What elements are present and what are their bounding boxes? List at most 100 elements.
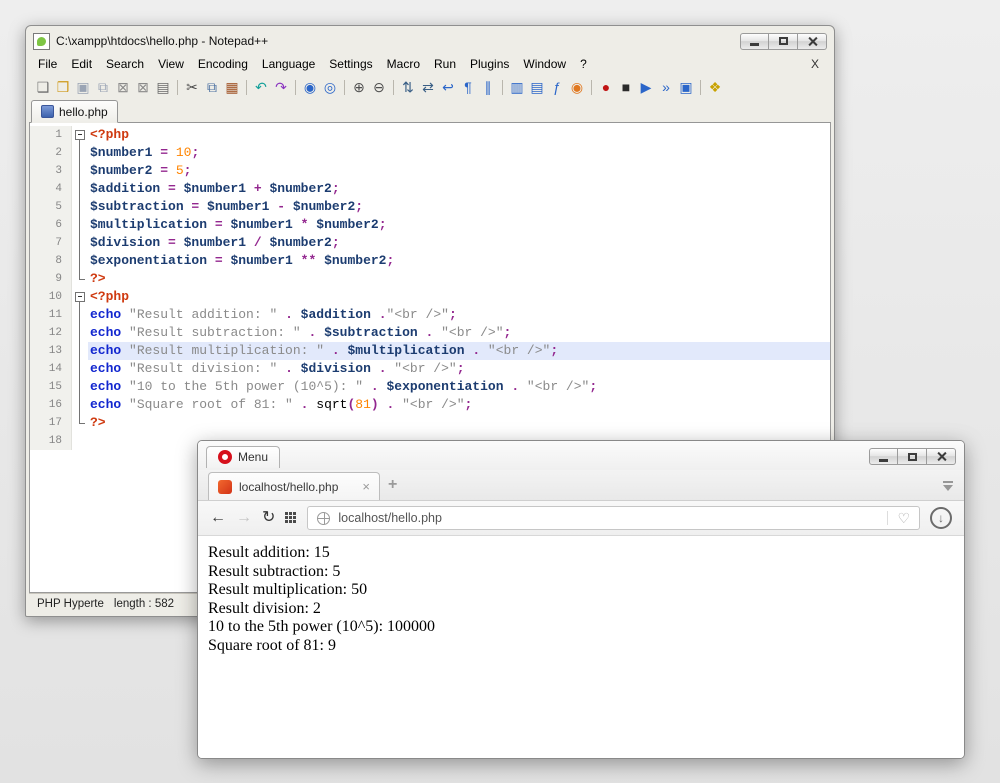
- minimize-button[interactable]: [740, 33, 769, 50]
- tab-hello-php[interactable]: hello.php: [31, 100, 118, 123]
- file-monitoring-icon[interactable]: ◉: [568, 78, 586, 96]
- show-all-characters-icon[interactable]: ¶: [459, 78, 477, 96]
- menu-run[interactable]: Run: [427, 55, 463, 73]
- code-line-5[interactable]: 5$subtraction = $number1 - $number2;: [30, 198, 830, 216]
- function-list-icon[interactable]: ƒ: [548, 78, 566, 96]
- fold-marker-start[interactable]: [72, 126, 88, 144]
- fold-marker-end: [72, 414, 88, 432]
- code-line-3[interactable]: 3$number2 = 5;: [30, 162, 830, 180]
- code-line-12[interactable]: 12echo "Result subtraction: " . $subtrac…: [30, 324, 830, 342]
- redo-icon[interactable]: ↷: [272, 78, 290, 96]
- result-line: 10 to the 5th power (10^5): 100000: [208, 618, 954, 637]
- save-file-icon[interactable]: ▣: [74, 78, 92, 96]
- menu-plugins[interactable]: Plugins: [463, 55, 516, 73]
- code-line-13[interactable]: 13 echo "Result multiplication: " . $mult…: [30, 342, 830, 360]
- word-wrap-icon[interactable]: ↩: [439, 78, 457, 96]
- download-button[interactable]: ↓: [930, 507, 952, 529]
- stop-macro-icon[interactable]: ■: [617, 78, 635, 96]
- new-tab-button[interactable]: +: [388, 477, 397, 493]
- indent-guide-icon[interactable]: ∥: [479, 78, 497, 96]
- code-line-2[interactable]: 2$number1 = 10;: [30, 144, 830, 162]
- address-bar[interactable]: localhost/hello.php ♡: [307, 506, 920, 530]
- code-text: echo "Result multiplication: " . $multip…: [88, 342, 830, 360]
- sync-horizontal-scroll-icon[interactable]: ⇄: [419, 78, 437, 96]
- print-icon[interactable]: ▤: [154, 78, 172, 96]
- menu-macro[interactable]: Macro: [380, 55, 427, 73]
- code-line-4[interactable]: 4$addition = $number1 + $number2;: [30, 180, 830, 198]
- tab-label: hello.php: [59, 105, 108, 119]
- fold-marker-mid: [72, 342, 88, 360]
- line-number: 17: [30, 414, 72, 432]
- replace-icon[interactable]: ◎: [321, 78, 339, 96]
- code-text: $subtraction = $number1 - $number2;: [88, 198, 830, 216]
- menu-help[interactable]: ?: [573, 55, 594, 73]
- menu-items: FileEditSearchViewEncodingLanguageSettin…: [31, 55, 594, 73]
- code-line-6[interactable]: 6$multiplication = $number1 * $number2;: [30, 216, 830, 234]
- opera-titlebar[interactable]: Menu: [198, 441, 964, 470]
- menu-view[interactable]: View: [151, 55, 191, 73]
- run-macro-multiple-icon[interactable]: »: [657, 78, 675, 96]
- speed-dial-icon[interactable]: [285, 512, 297, 524]
- find-icon[interactable]: ◉: [301, 78, 319, 96]
- tab-close-icon[interactable]: ×: [362, 480, 370, 493]
- code-line-16[interactable]: 16echo "Square root of 81: " . sqrt(81) …: [30, 396, 830, 414]
- fold-marker-end: [72, 270, 88, 288]
- bookmark-heart-icon[interactable]: ♡: [887, 511, 910, 525]
- document-map-icon[interactable]: ▥: [508, 78, 526, 96]
- toolbar-separator: [502, 80, 503, 95]
- close-all-icon[interactable]: ⊠: [134, 78, 152, 96]
- customize-toolbar-icon[interactable]: ❖: [706, 78, 724, 96]
- reload-button[interactable]: ↻: [262, 510, 275, 526]
- code-line-11[interactable]: 11echo "Result addition: " . $addition .…: [30, 306, 830, 324]
- code-line-17[interactable]: 17?>: [30, 414, 830, 432]
- sync-vertical-scroll-icon[interactable]: ⇅: [399, 78, 417, 96]
- minimize-button[interactable]: [869, 448, 898, 465]
- code-line-9[interactable]: 9?>: [30, 270, 830, 288]
- close-button[interactable]: [798, 33, 827, 50]
- play-macro-icon[interactable]: ▶: [637, 78, 655, 96]
- paste-icon[interactable]: ▦: [223, 78, 241, 96]
- undo-icon[interactable]: ↶: [252, 78, 270, 96]
- forward-button[interactable]: →: [236, 510, 252, 526]
- code-line-7[interactable]: 7$division = $number1 / $number2;: [30, 234, 830, 252]
- opera-menu-button[interactable]: Menu: [206, 446, 280, 468]
- code-line-8[interactable]: 8$exponentiation = $number1 ** $number2;: [30, 252, 830, 270]
- copy-icon[interactable]: ⧉: [203, 78, 221, 96]
- fold-marker-start[interactable]: [72, 288, 88, 306]
- opera-logo-icon: [218, 450, 232, 464]
- address-value[interactable]: localhost/hello.php: [338, 511, 879, 525]
- maximize-button[interactable]: [769, 33, 798, 50]
- record-macro-icon[interactable]: ●: [597, 78, 615, 96]
- code-line-15[interactable]: 15echo "10 to the 5th power (10^5): " . …: [30, 378, 830, 396]
- toolbar-separator: [700, 80, 701, 95]
- code-line-1[interactable]: 1<?php: [30, 126, 830, 144]
- tab-menu-icon[interactable]: [942, 480, 954, 492]
- code-line-10[interactable]: 10<?php: [30, 288, 830, 306]
- close-file-icon[interactable]: ⊠: [114, 78, 132, 96]
- maximize-button[interactable]: [898, 448, 927, 465]
- menu-search[interactable]: Search: [99, 55, 151, 73]
- zoom-out-icon[interactable]: ⊖: [370, 78, 388, 96]
- save-macro-icon[interactable]: ▣: [677, 78, 695, 96]
- document-list-icon[interactable]: ▤: [528, 78, 546, 96]
- menu-file[interactable]: File: [31, 55, 64, 73]
- menu-encoding[interactable]: Encoding: [191, 55, 255, 73]
- line-number: 13: [30, 342, 72, 360]
- menu-edit[interactable]: Edit: [64, 55, 99, 73]
- tab-title: localhost/hello.php: [239, 480, 355, 494]
- menu-window[interactable]: Window: [516, 55, 573, 73]
- zoom-in-icon[interactable]: ⊕: [350, 78, 368, 96]
- new-file-icon[interactable]: ❑: [34, 78, 52, 96]
- menu-settings[interactable]: Settings: [322, 55, 379, 73]
- code-text: echo "Result subtraction: " . $subtracti…: [88, 324, 830, 342]
- notepadpp-titlebar[interactable]: C:\xampp\htdocs\hello.php - Notepad++: [29, 26, 831, 54]
- menubar-close-x[interactable]: X: [801, 57, 829, 71]
- back-button[interactable]: ←: [210, 510, 226, 526]
- code-line-14[interactable]: 14echo "Result division: " . $division .…: [30, 360, 830, 378]
- cut-icon[interactable]: ✂: [183, 78, 201, 96]
- close-button[interactable]: [927, 448, 956, 465]
- save-all-icon[interactable]: ⧉: [94, 78, 112, 96]
- menu-language[interactable]: Language: [255, 55, 322, 73]
- open-folder-icon[interactable]: ❒: [54, 78, 72, 96]
- browser-tab-localhost[interactable]: localhost/hello.php ×: [208, 472, 380, 500]
